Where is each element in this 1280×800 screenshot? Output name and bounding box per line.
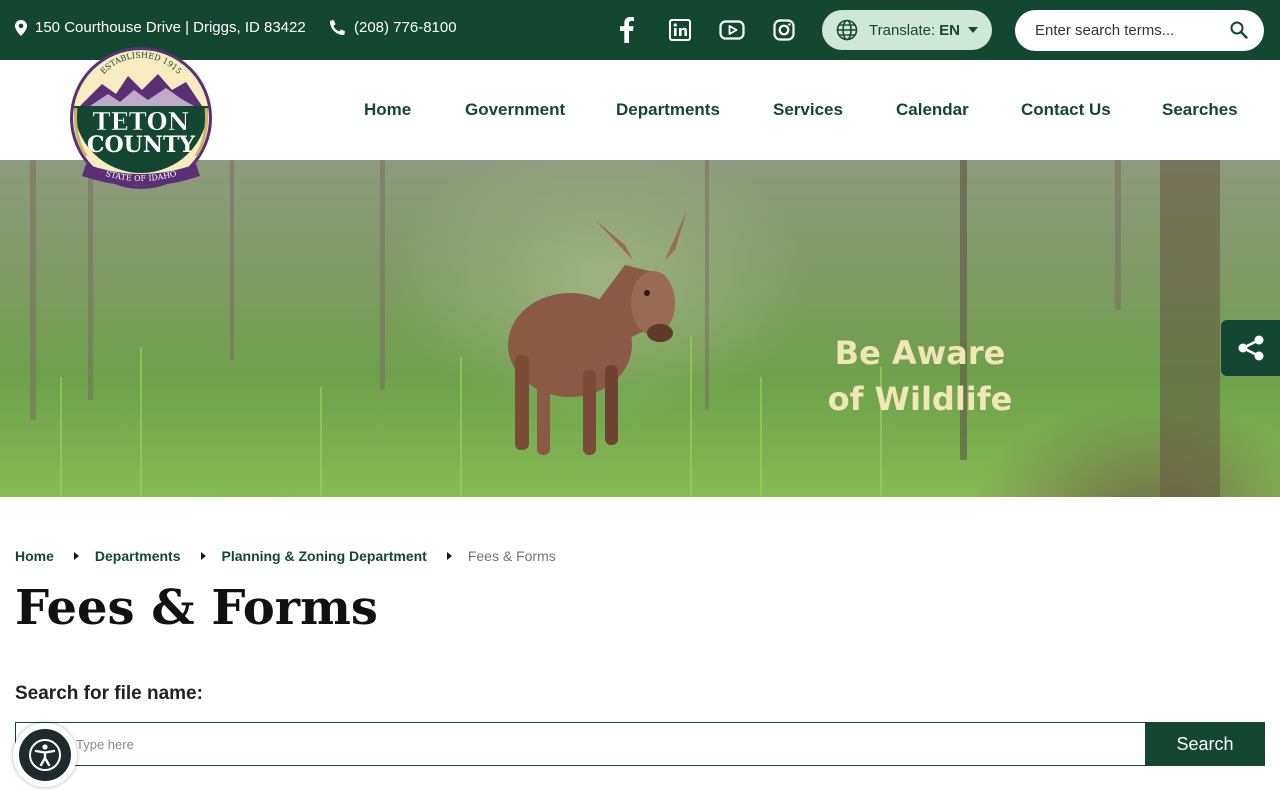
instagram-icon [773,19,795,41]
address[interactable]: 150 Courthouse Drive | Driggs, ID 83422 [15,19,306,36]
share-icon [1238,335,1263,361]
search-icon[interactable] [1230,21,1248,39]
caret-right-icon [446,552,452,560]
tree-trunk [30,160,36,420]
hero-caption-line2: of Wildlife [827,380,1013,418]
instagram-link[interactable] [771,17,797,43]
teton-county-logo[interactable]: ESTABLISHED 1915 TETON COUNTY STATE OF I… [68,46,218,196]
breadcrumb-planning-zoning[interactable]: Planning & Zoning Department [222,548,427,564]
hero-caption-line1: Be Aware [834,334,1006,372]
tree-trunk [380,160,385,390]
youtube-link[interactable] [719,17,745,43]
breadcrumb-departments[interactable]: Departments [95,548,181,564]
accessibility-button[interactable] [13,723,77,787]
translate-language: EN [939,21,960,39]
linkedin-icon [669,19,691,41]
breadcrumb-home[interactable]: Home [15,548,54,564]
nav-calendar[interactable]: Calendar [896,100,969,120]
tree-trunk [1160,160,1220,497]
map-pin-icon [15,19,27,36]
phone-text: (208) 776-8100 [354,19,457,36]
site-search [1015,10,1264,51]
translate-label: Translate: [869,21,936,39]
nav-services[interactable]: Services [773,100,843,120]
share-button[interactable] [1221,320,1280,376]
caret-down-icon [967,27,978,33]
tree-trunk [230,160,234,360]
tree-trunk [1115,160,1121,310]
hero-banner: Be Aware of Wildlife [0,160,1280,497]
linkedin-link[interactable] [667,17,693,43]
nav-departments[interactable]: Departments [616,100,720,120]
accessibility-badge [17,727,73,783]
tree-trunk [705,160,709,410]
globe-icon [836,19,858,41]
nav-searches[interactable]: Searches [1162,100,1238,120]
moose-calf-image [508,210,687,455]
logo-line2: COUNTY [87,132,195,158]
nav-contact-us[interactable]: Contact Us [1021,100,1111,120]
phone-icon [330,20,345,35]
grass-blade [760,377,762,497]
address-text: 150 Courthouse Drive | Driggs, ID 83422 [35,19,306,36]
page-title: Fees & Forms [15,580,378,636]
grass-blade [60,377,62,497]
file-search-button[interactable]: Search [1145,722,1265,766]
file-search-label: Search for file name: [15,683,203,704]
caret-right-icon [200,552,206,560]
file-search-input[interactable] [15,722,1145,766]
grass-blade [460,357,462,497]
hero-caption: Be Aware of Wildlife [820,330,1020,422]
accessibility-icon [29,739,61,771]
nav-government[interactable]: Government [465,100,565,120]
phone[interactable]: (208) 776-8100 [330,19,457,36]
youtube-icon [719,20,745,40]
grass-blade [140,347,142,497]
facebook-link[interactable] [614,17,640,43]
tree-trunk [88,160,93,400]
grass-blade [320,387,322,497]
caret-right-icon [73,552,79,560]
site-search-input[interactable] [1035,22,1215,39]
breadcrumb-current: Fees & Forms [467,548,556,564]
breadcrumb: Home Departments Planning & Zoning Depar… [15,548,556,564]
nav-home[interactable]: Home [364,100,411,120]
translate-dropdown[interactable]: Translate: EN [822,10,992,50]
facebook-icon [620,17,634,43]
